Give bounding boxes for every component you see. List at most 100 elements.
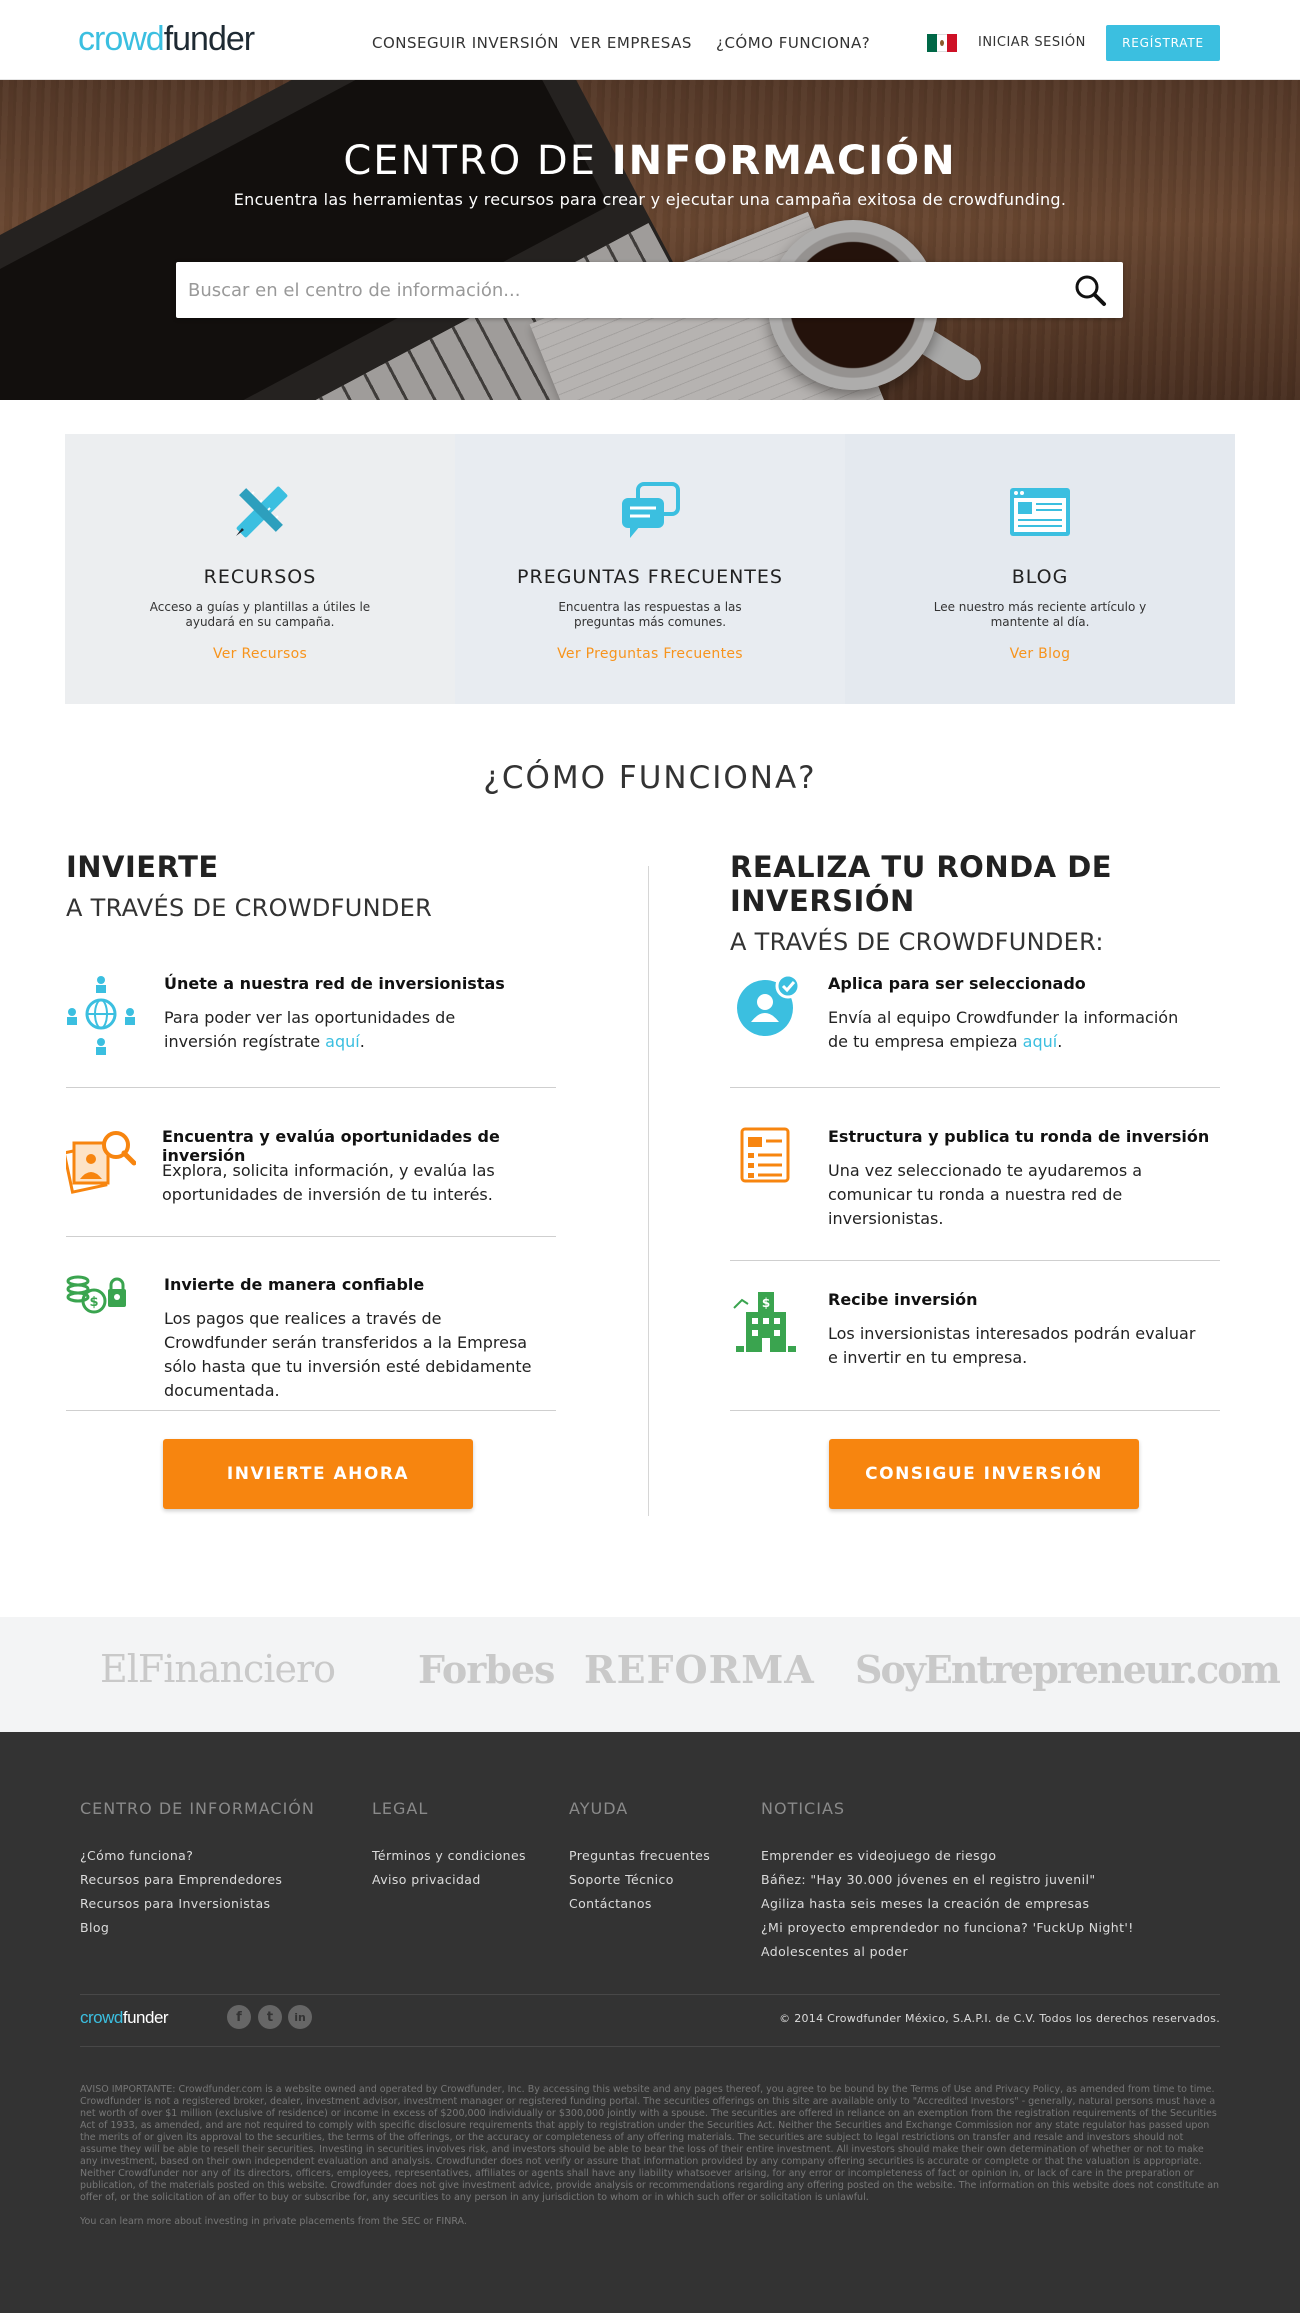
footer-col-title: LEGAL [372, 1799, 429, 1818]
footer-link[interactable]: Contáctanos [569, 1892, 710, 1916]
footer-link[interactable]: Adolescentes al poder [761, 1940, 1134, 1964]
mexico-flag-icon[interactable] [927, 34, 957, 52]
top-navbar: crowdfunder CONSEGUIR INVERSIÓN VER EMPR… [0, 0, 1300, 80]
svg-text:$: $ [762, 1296, 770, 1310]
raise-column: REALIZA TU RONDA DE INVERSIÓN A TRAVÉS D… [730, 850, 1230, 1509]
invierte-ahora-button[interactable]: INVIERTE AHORA [163, 1439, 473, 1509]
press-logos: ElFinanciero Forbes REFORMA SoyEntrepren… [0, 1617, 1300, 1732]
hero-banner: CENTRO DE INFORMACIÓN Encuentra las herr… [0, 80, 1300, 400]
copyright-text: © 2014 Crowdfunder México, S.A.P.I. de C… [779, 2012, 1220, 2025]
apply-here-link[interactable]: aquí [1023, 1032, 1058, 1051]
step-text-body: Envía al equipo Crowdfunder la informaci… [828, 1008, 1179, 1051]
card-recursos: RECURSOS Acceso a guías y plantillas a ú… [65, 434, 455, 704]
user-check-icon [737, 974, 800, 1036]
step-text-end: . [1057, 1032, 1063, 1051]
step-text: Los inversionistas interesados podrán ev… [828, 1324, 1196, 1367]
footer-col-noticias: NOTICIAS Emprender es videojuego de ries… [761, 1799, 1134, 1964]
linkedin-icon[interactable]: in [288, 2005, 312, 2029]
card-text: Acceso a guías y plantillas a útiles le … [149, 600, 371, 629]
footer-link[interactable]: Blog [80, 1916, 315, 1940]
coins-lock-icon: $ [66, 1275, 126, 1314]
browser-window-icon [1010, 488, 1070, 536]
search-icon[interactable] [1073, 273, 1107, 307]
footer-divider [80, 1994, 1220, 1995]
ver-preguntas-link[interactable]: Ver Preguntas Frecuentes [455, 646, 845, 662]
chat-bubbles-icon [622, 482, 680, 538]
invest-column: INVIERTE A TRAVÉS DE CROWDFUNDER Únete a… [66, 850, 556, 1509]
footer-link[interactable]: Emprender es videojuego de riesgo [761, 1844, 1134, 1868]
footer-col-centro: CENTRO DE INFORMACIÓN ¿Cómo funciona? Re… [80, 1799, 315, 1940]
logo[interactable]: crowdfunder [78, 20, 255, 59]
consigue-inversion-button[interactable]: CONSIGUE INVERSIÓN [829, 1439, 1139, 1509]
footer-link[interactable]: Recursos para Emprendedores [80, 1868, 315, 1892]
legal-note: You can learn more about investing in pr… [80, 2216, 467, 2227]
step-title: Aplica para ser seleccionado [828, 974, 1086, 993]
ver-blog-link[interactable]: Ver Blog [845, 646, 1235, 662]
step-divider [66, 1236, 556, 1237]
card-text: Lee nuestro más reciente artículo y mant… [933, 600, 1147, 629]
footer-col-legal: LEGAL Términos y condiciones Aviso priva… [372, 1799, 526, 1892]
footer-link[interactable]: Preguntas frecuentes [569, 1844, 710, 1868]
footer: CENTRO DE INFORMACIÓN ¿Cómo funciona? Re… [0, 1732, 1300, 2313]
invest-heading: INVIERTE [66, 850, 219, 884]
twitter-icon[interactable]: t [258, 2005, 282, 2029]
press-logo-soyentrepreneur: SoyEntrepreneur.com [855, 1647, 1281, 1692]
footer-col-ayuda: AYUDA Preguntas frecuentes Soporte Técni… [569, 1799, 710, 1916]
footer-link[interactable]: Aviso privacidad [372, 1868, 526, 1892]
footer-link[interactable]: Soporte Técnico [569, 1868, 710, 1892]
nav-conseguir-inversion[interactable]: CONSEGUIR INVERSIÓN [372, 34, 559, 52]
footer-col-title: NOTICIAS [761, 1799, 846, 1818]
logo-part2: funder [163, 20, 255, 58]
footer-link[interactable]: Báñez: "Hay 30.000 jóvenes en el registr… [761, 1868, 1134, 1892]
login-link[interactable]: INICIAR SESIÓN [978, 35, 1086, 50]
footer-link[interactable]: ¿Cómo funciona? [80, 1844, 315, 1868]
step-divider [730, 1087, 1220, 1088]
card-title: RECURSOS [203, 566, 317, 588]
invest-subheading: A TRAVÉS DE CROWDFUNDER [66, 894, 433, 922]
search-box [176, 262, 1123, 318]
footer-logo-part1: crowd [80, 2008, 123, 2027]
footer-link[interactable]: ¿Mi proyecto emprendedor no funciona? 'F… [761, 1916, 1134, 1940]
nav-ver-empresas[interactable]: VER EMPRESAS [570, 34, 692, 52]
magnifier-photos-icon [66, 1131, 136, 1194]
logo-part1: crowd [78, 20, 165, 58]
step-title: Recibe inversión [828, 1290, 978, 1309]
step-text: Envía al equipo Crowdfunder la informaci… [828, 1006, 1188, 1054]
step-text: Los pagos que realices a través de Crowd… [164, 1309, 532, 1400]
hero-title: CENTRO DE INFORMACIÓN [0, 138, 1300, 184]
pencil-ruler-icon [236, 486, 288, 538]
footer-col-title: AYUDA [569, 1799, 629, 1818]
step-title: Estructura y publica tu ronda de inversi… [828, 1127, 1210, 1146]
ver-recursos-link[interactable]: Ver Recursos [65, 646, 455, 662]
register-button[interactable]: REGÍSTRATE [1106, 25, 1220, 61]
card-title: PREGUNTAS FRECUENTES [517, 566, 783, 588]
how-it-works-title: ¿CÓMO FUNCIONA? [483, 760, 817, 796]
hero-title-bold: INFORMACIÓN [611, 138, 957, 184]
press-logo-forbes: Forbes [418, 1647, 555, 1692]
footer-link[interactable]: Recursos para Inversionistas [80, 1892, 315, 1916]
footer-link[interactable]: Términos y condiciones [372, 1844, 526, 1868]
press-logo-elfinanciero: ElFinanciero [100, 1647, 336, 1691]
card-preguntas: PREGUNTAS FRECUENTES Encuentra las respu… [455, 434, 845, 704]
nav-como-funciona[interactable]: ¿CÓMO FUNCIONA? [716, 34, 870, 52]
step-divider [730, 1410, 1220, 1411]
page: crowdfunder CONSEGUIR INVERSIÓN VER EMPR… [0, 0, 1300, 2313]
card-blog: BLOG Lee nuestro más reciente artículo y… [845, 434, 1235, 704]
step-text: Explora, solicita información, y evalúa … [162, 1161, 495, 1204]
legal-disclaimer: AVISO IMPORTANTE: Crowdfunder.com is a w… [80, 2084, 1220, 2203]
footer-link[interactable]: Agiliza hasta seis meses la creación de … [761, 1892, 1134, 1916]
search-input[interactable] [188, 270, 1038, 310]
step-divider [66, 1087, 556, 1088]
svg-text:$: $ [89, 1295, 98, 1310]
info-cards: RECURSOS Acceso a guías y plantillas a ú… [65, 434, 1235, 704]
register-here-link[interactable]: aquí [325, 1032, 360, 1051]
hero-subtitle: Encuentra las herramientas y recursos pa… [233, 190, 1067, 209]
step-text: Una vez seleccionado te ayudaremos a com… [828, 1161, 1143, 1228]
step-text: Para poder ver las oportunidades de inve… [164, 1006, 524, 1054]
hero-title-light: CENTRO DE [343, 138, 597, 184]
card-title: BLOG [1011, 566, 1069, 588]
facebook-icon[interactable]: f [227, 2005, 251, 2029]
column-divider [648, 866, 649, 1516]
press-logo-reforma: REFORMA [584, 1647, 815, 1692]
footer-logo[interactable]: crowdfunder [80, 2008, 169, 2028]
